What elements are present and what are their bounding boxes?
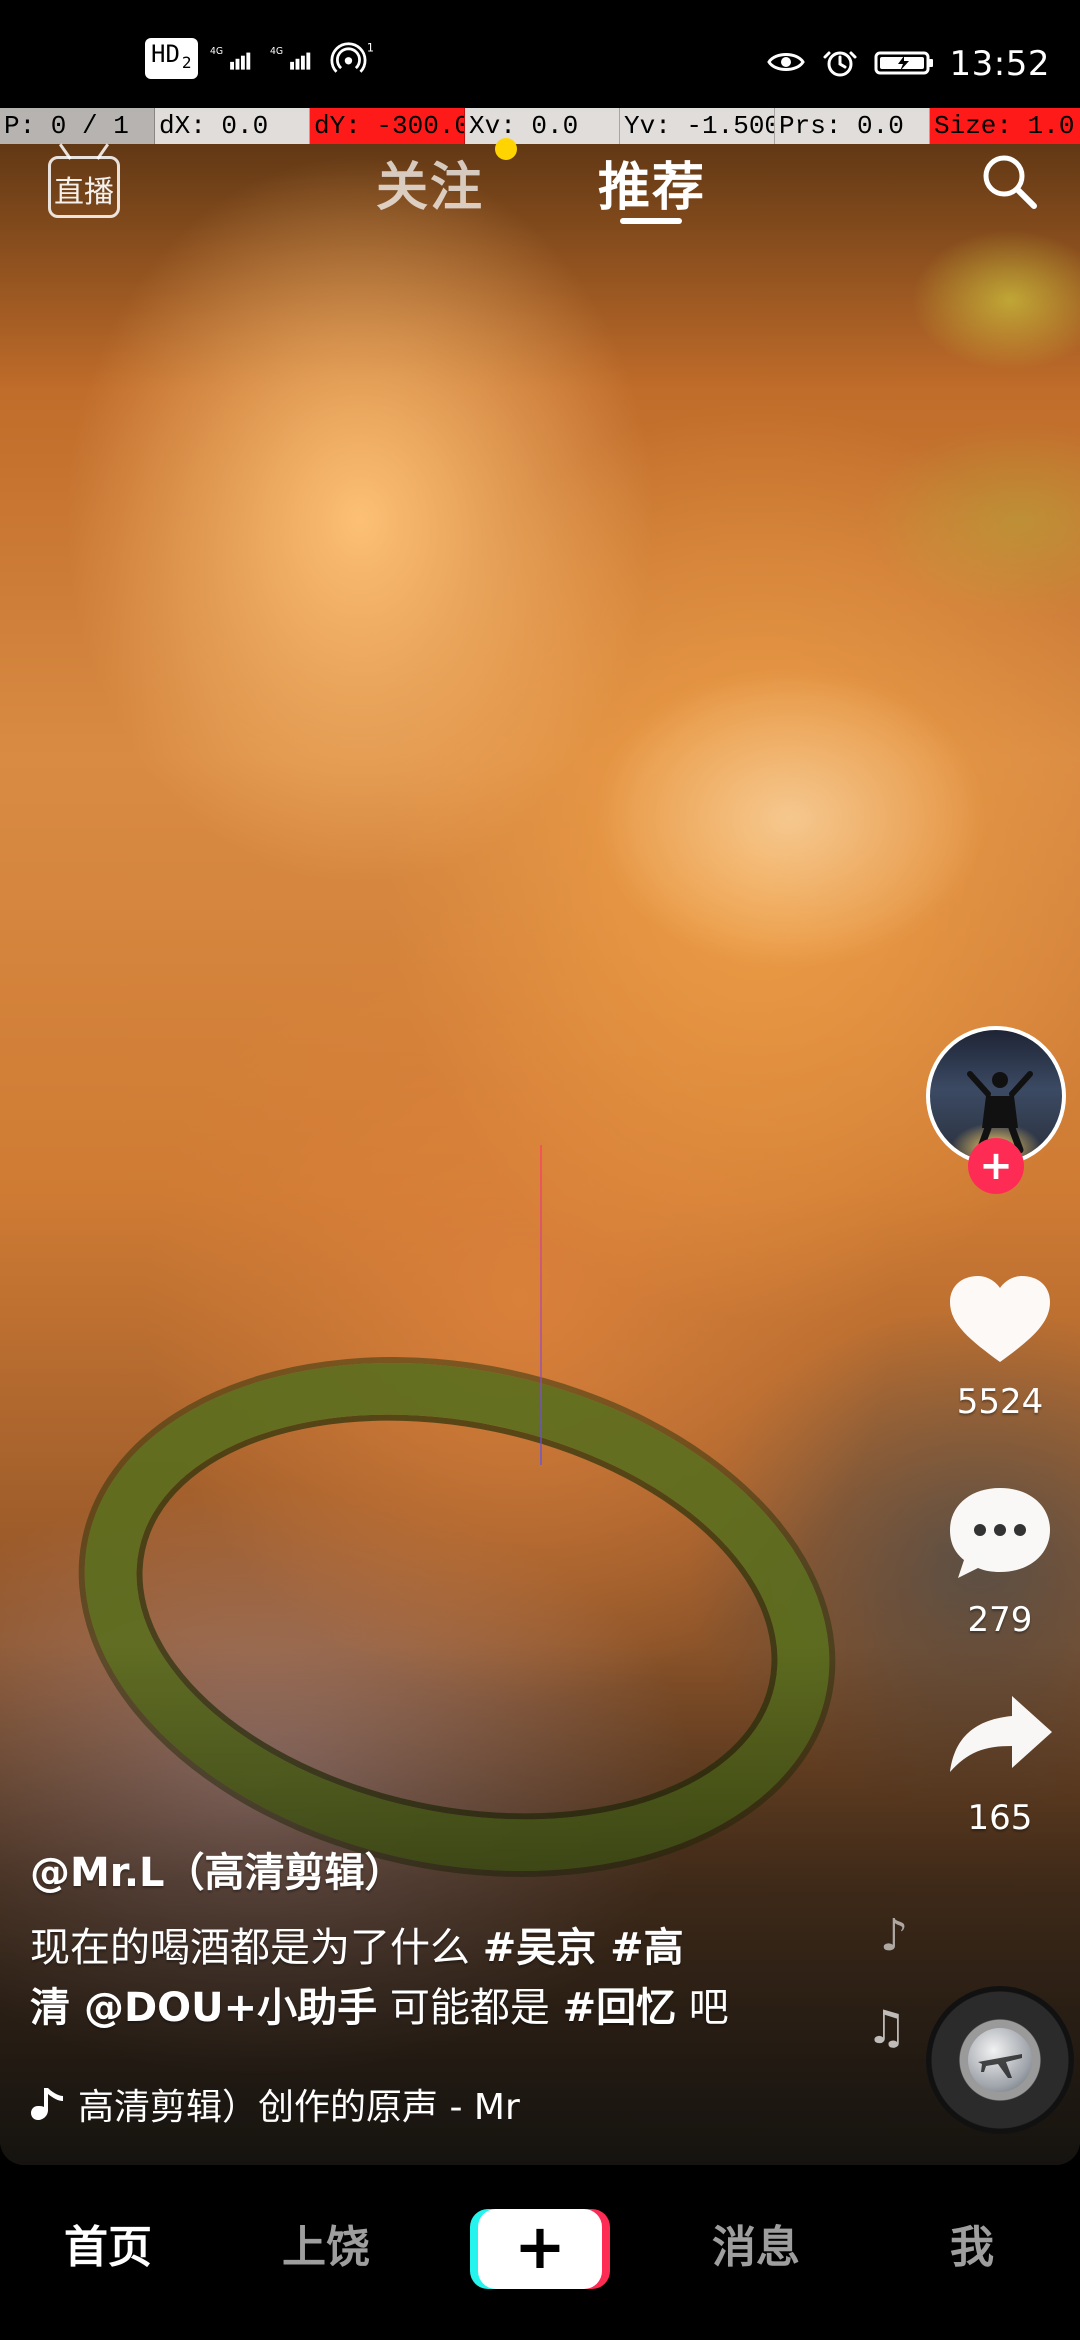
music-marquee[interactable]: 高清剪辑）创作的原声 - Mr — [30, 2080, 630, 2128]
comment-button[interactable]: 279 — [920, 1478, 1080, 1640]
tab-recommended[interactable]: 推荐 — [598, 145, 706, 220]
debug-size: Size: 1.0 — [930, 108, 1080, 144]
bottom-navigation: 首页 上饶 + 消息 我 — [0, 2165, 1080, 2340]
debug-p: P: 0 / 1 — [0, 108, 155, 144]
touch-debug-overlay: P: 0 / 1 dX: 0.0 dY: -300.0 Xv: 0.0 Yv: … — [0, 108, 1080, 144]
signal-label-2: 4G — [270, 47, 283, 58]
caption-text: 可能都是 — [377, 1985, 563, 2031]
share-button[interactable]: 165 — [920, 1686, 1080, 1838]
tiktok-feed-screen: HD 2 4G 4G 1 13:52 P: 0 / 1 dX: 0.0 dY: … — [0, 0, 1080, 2340]
share-arrow-icon — [940, 1696, 1060, 1790]
nav-me[interactable]: 我 — [950, 2211, 994, 2275]
hashtag-link[interactable]: 清 — [30, 1985, 84, 2031]
status-right-icons: 13:52 — [766, 44, 1050, 84]
like-button[interactable]: 5524 — [920, 1270, 1080, 1422]
create-button[interactable]: + — [478, 2209, 602, 2289]
music-note-icon: ♫ — [866, 2000, 908, 2054]
heart-icon — [940, 1276, 1060, 1374]
active-tab-indicator — [620, 218, 682, 224]
hotspot-label: 1 — [366, 42, 373, 55]
eye-icon — [766, 45, 806, 83]
music-disc[interactable] — [926, 1986, 1074, 2134]
status-bar: HD 2 4G 4G 1 13:52 — [0, 0, 1080, 108]
like-count: 5524 — [956, 1382, 1044, 1422]
nav-messages[interactable]: 消息 — [712, 2211, 800, 2275]
disc-cover — [968, 2028, 1032, 2092]
tab-following[interactable]: 关注 — [376, 145, 484, 220]
comment-count: 279 — [967, 1600, 1033, 1640]
hd-sub: 2 — [181, 52, 192, 72]
nav-city[interactable]: 上饶 — [282, 2211, 370, 2275]
video-caption: 现在的喝酒都是为了什么 #吴京 #高 清 @DOU+小助手 可能都是 #回忆 吧 — [30, 1918, 790, 2038]
plus-icon: + — [514, 2210, 566, 2283]
debug-prs: Prs: 0.0 — [775, 108, 930, 144]
right-action-column: + 5524 279 165 ♪ ♫ — [866, 1020, 1080, 2140]
status-left-icons: HD 2 4G 4G 1 — [145, 38, 378, 79]
follow-plus-label: + — [979, 1143, 1013, 1189]
hotspot-icon: 1 — [330, 41, 378, 75]
share-count: 165 — [967, 1798, 1033, 1838]
music-note-icon: ♪ — [880, 1910, 909, 1961]
hd-chip: HD 2 — [145, 38, 198, 79]
debug-dx: dX: 0.0 — [155, 108, 310, 144]
caption-text: 吧 — [676, 1985, 729, 2031]
music-title: 高清剪辑）创作的原声 - Mr — [78, 2087, 520, 2128]
status-time: 13:52 — [949, 44, 1050, 84]
hd-label: HD — [151, 40, 180, 68]
signal-label-1: 4G — [210, 47, 223, 58]
alarm-icon — [820, 45, 860, 83]
author-username[interactable]: @Mr.L（高清剪辑） — [30, 1840, 790, 1898]
hashtag-link[interactable]: #高 — [596, 1925, 684, 1971]
mention-link[interactable]: @DOU+小助手 — [84, 1985, 377, 2031]
comment-icon — [940, 1488, 1060, 1592]
video-info: @Mr.L（高清剪辑） 现在的喝酒都是为了什么 #吴京 #高 清 @DOU+小助… — [30, 1840, 790, 2038]
touch-trace-line — [540, 1145, 542, 1465]
hashtag-link[interactable]: #吴京 — [483, 1925, 597, 1971]
search-icon — [974, 155, 1044, 220]
feed-tabs: 关注 推荐 — [0, 138, 1080, 260]
airplane-icon — [978, 2054, 1022, 2078]
signal-icon: 4G — [270, 41, 318, 75]
search-button[interactable] — [974, 146, 1044, 216]
top-navigation: 直播 关注 推荐 — [0, 138, 1080, 260]
hashtag-link[interactable]: #回忆 — [563, 1985, 677, 2031]
follow-button[interactable]: + — [968, 1138, 1024, 1194]
music-note-icon — [30, 2084, 64, 2124]
notification-dot — [495, 138, 517, 160]
signal-icon: 4G — [210, 41, 258, 75]
caption-text: 现在的喝酒都是为了什么 — [30, 1925, 483, 1971]
debug-yv: Yv: -1.500 — [620, 108, 775, 144]
nav-home[interactable]: 首页 — [64, 2211, 152, 2275]
debug-xv: Xv: 0.0 — [465, 108, 620, 144]
debug-dy: dY: -300.0 — [310, 108, 465, 144]
battery-icon — [874, 45, 936, 83]
